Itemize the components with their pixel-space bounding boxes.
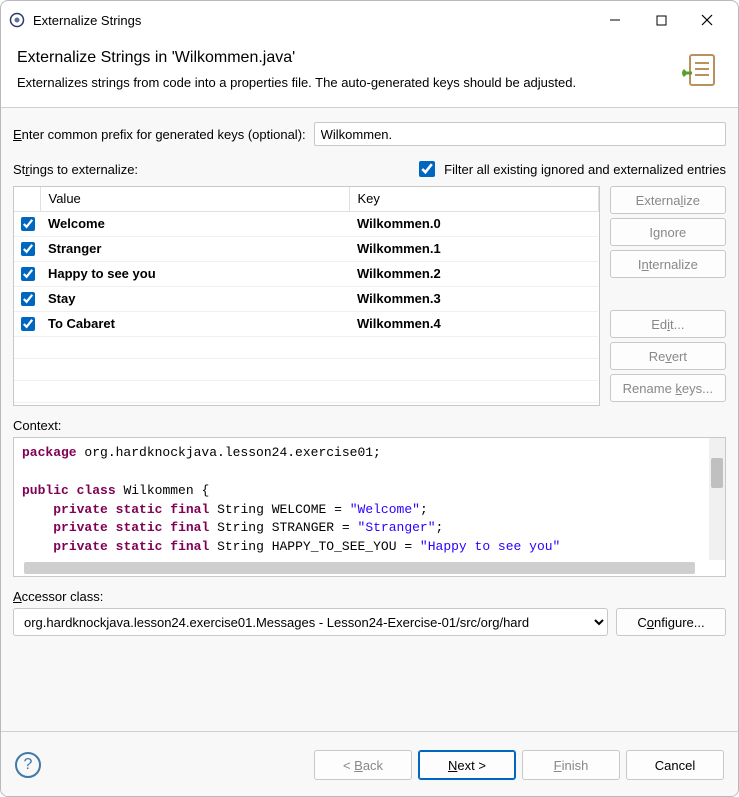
context-label: Context: [13, 418, 726, 433]
table-row[interactable]: To CabaretWilkommen.4 [14, 311, 598, 336]
prefix-input[interactable] [314, 122, 726, 146]
row-checkbox[interactable] [21, 317, 35, 331]
dialog-window: Externalize Strings Externalize Strings … [0, 0, 739, 797]
row-checkbox[interactable] [21, 217, 35, 231]
prefix-label: Enter common prefix for generated keys (… [13, 127, 306, 142]
finish-button[interactable]: Finish [522, 750, 620, 780]
configure-button[interactable]: Configure... [616, 608, 726, 636]
table-row[interactable]: StrangerWilkommen.1 [14, 236, 598, 261]
page-title: Externalize Strings in 'Wilkommen.java' [17, 49, 668, 67]
col-value: Value [40, 187, 349, 211]
app-icon [9, 12, 25, 28]
accessor-label: Accessor class: [13, 589, 726, 604]
externalize-button[interactable]: Externalize [610, 186, 726, 214]
scrollbar-horizontal[interactable] [24, 562, 695, 574]
close-button[interactable] [684, 4, 730, 36]
ignore-button[interactable]: Ignore [610, 218, 726, 246]
header: Externalize Strings in 'Wilkommen.java' … [1, 39, 738, 108]
table-row[interactable]: WelcomeWilkommen.0 [14, 211, 598, 236]
window-title: Externalize Strings [33, 13, 592, 28]
maximize-button[interactable] [638, 4, 684, 36]
footer: ? < Back Next > Finish Cancel [1, 731, 738, 796]
row-checkbox[interactable] [21, 267, 35, 281]
side-buttons: Externalize Ignore Internalize Edit... R… [610, 186, 726, 406]
context-code[interactable]: package org.hardknockjava.lesson24.exerc… [13, 437, 726, 577]
rename-keys-button[interactable]: Rename keys... [610, 374, 726, 402]
wizard-banner-icon [678, 49, 722, 93]
help-icon[interactable]: ? [15, 752, 41, 778]
row-checkbox[interactable] [21, 292, 35, 306]
next-button[interactable]: Next > [418, 750, 516, 780]
titlebar: Externalize Strings [1, 1, 738, 39]
table-row[interactable]: Happy to see youWilkommen.2 [14, 261, 598, 286]
filter-label: Filter all existing ignored and external… [444, 162, 726, 177]
table-row[interactable]: StayWilkommen.3 [14, 286, 598, 311]
prefix-row: Enter common prefix for generated keys (… [13, 122, 726, 146]
cancel-button[interactable]: Cancel [626, 750, 724, 780]
filter-checkbox[interactable] [419, 161, 435, 177]
strings-table[interactable]: Value Key WelcomeWilkommen.0 StrangerWil… [13, 186, 600, 406]
strings-label: Strings to externalize: [13, 162, 415, 177]
col-key: Key [349, 187, 598, 211]
row-checkbox[interactable] [21, 242, 35, 256]
edit-button[interactable]: Edit... [610, 310, 726, 338]
minimize-button[interactable] [592, 4, 638, 36]
col-check [14, 187, 40, 211]
internalize-button[interactable]: Internalize [610, 250, 726, 278]
scrollbar-vertical[interactable] [709, 438, 725, 560]
back-button[interactable]: < Back [314, 750, 412, 780]
revert-button[interactable]: Revert [610, 342, 726, 370]
body: Enter common prefix for generated keys (… [1, 108, 738, 731]
page-description: Externalizes strings from code into a pr… [17, 75, 668, 90]
accessor-select[interactable]: org.hardknockjava.lesson24.exercise01.Me… [13, 608, 608, 636]
